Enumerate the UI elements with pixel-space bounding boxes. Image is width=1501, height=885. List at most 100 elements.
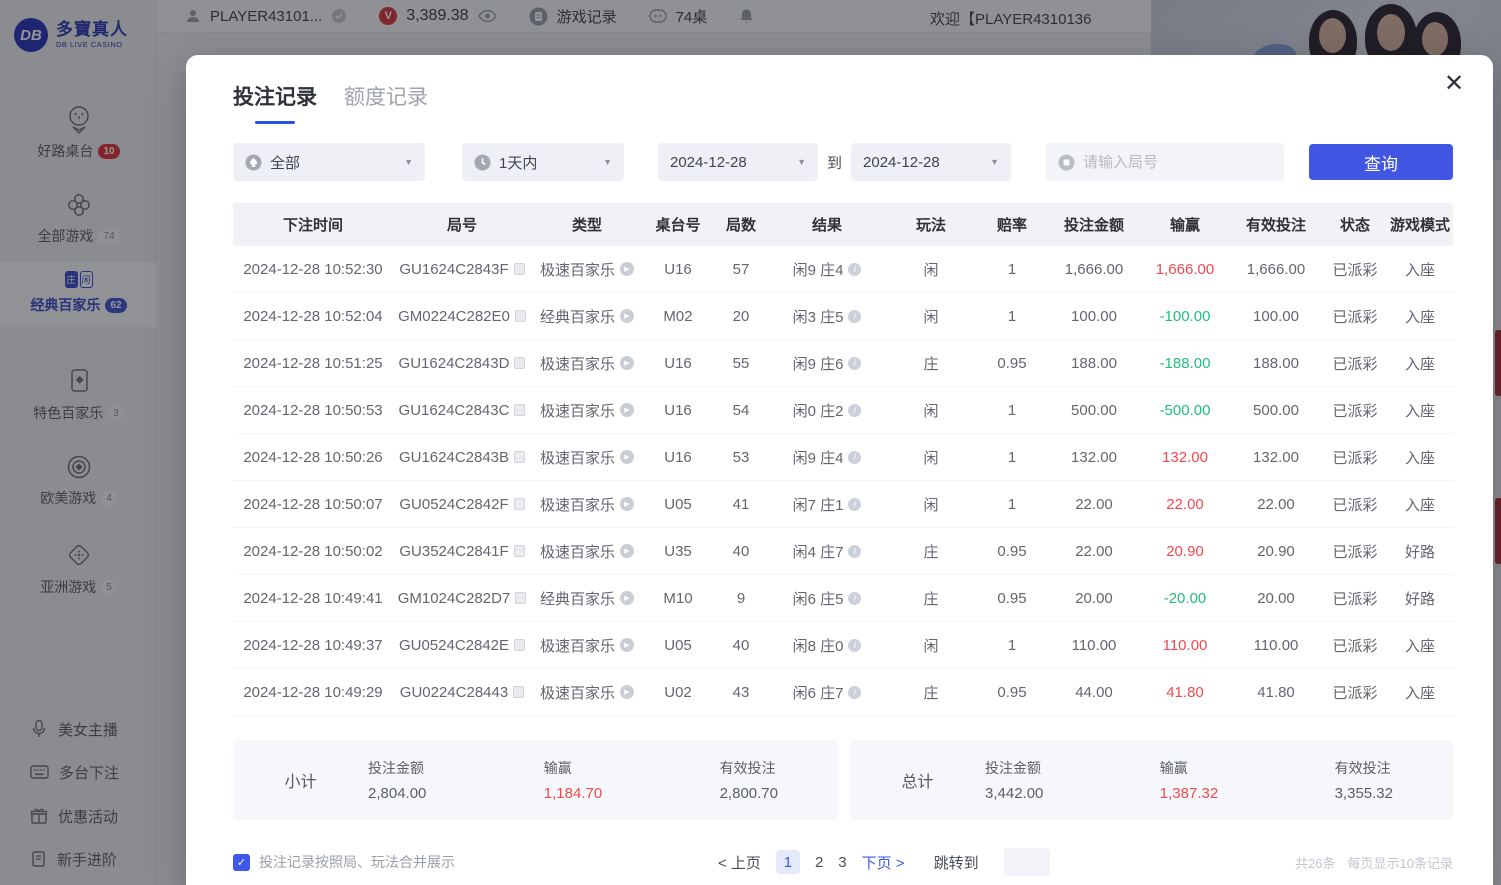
table-row[interactable]: 2024-12-28 10:51:25 GU1624C2843D 极速百家乐▶ …: [233, 340, 1453, 387]
bet-records-modal: ✕ 投注记录 额度记录 全部 ▼ 1天内 ▼ 2024-12-28 ▼ 到 20…: [186, 55, 1493, 885]
date-from-picker[interactable]: 2024-12-28 ▼: [658, 143, 818, 181]
table-row[interactable]: 2024-12-28 10:50:07 GU0524C2842F 极速百家乐▶ …: [233, 481, 1453, 528]
play-icon[interactable]: ▶: [620, 638, 634, 652]
play-icon[interactable]: ▶: [620, 403, 634, 417]
filter-bar: 全部 ▼ 1天内 ▼ 2024-12-28 ▼ 到 2024-12-28 ▼ 查…: [233, 143, 1453, 181]
game-type-select[interactable]: 全部 ▼: [233, 143, 425, 181]
play-icon[interactable]: ▶: [620, 591, 634, 605]
info-icon[interactable]: i: [848, 686, 861, 699]
play-icon[interactable]: ▶: [620, 544, 634, 558]
close-icon[interactable]: ✕: [1441, 71, 1467, 97]
merge-records-label: 投注记录按照局、玩法合并展示: [259, 852, 455, 872]
play-icon[interactable]: ▶: [620, 450, 634, 464]
cell-bet-amount: 1,666.00: [1047, 261, 1141, 278]
table-row[interactable]: 2024-12-28 10:50:53 GU1624C2843C 极速百家乐▶ …: [233, 387, 1453, 434]
cell-result: 闲9 庄6i: [769, 353, 885, 374]
cell-bet-amount: 188.00: [1047, 355, 1141, 372]
cell-winloss: 110.00: [1141, 637, 1229, 654]
copy-icon[interactable]: [514, 263, 525, 275]
info-icon[interactable]: i: [848, 310, 861, 323]
copy-icon[interactable]: [514, 357, 525, 369]
cell-game-type: 极速百家乐▶: [531, 353, 643, 374]
cell-valid-bet: 500.00: [1229, 402, 1323, 419]
info-icon[interactable]: i: [848, 498, 861, 511]
tab-quota-records[interactable]: 额度记录: [344, 81, 428, 124]
copy-icon[interactable]: [513, 686, 524, 698]
play-icon[interactable]: ▶: [620, 309, 634, 323]
info-icon[interactable]: i: [848, 451, 861, 464]
cell-bet-time: 2024-12-28 10:51:25: [233, 355, 393, 372]
time-range-value: 1天内: [499, 152, 537, 173]
next-page-button[interactable]: 下页 >: [862, 852, 905, 873]
copy-icon[interactable]: [514, 404, 525, 416]
table-row[interactable]: 2024-12-28 10:49:37 GU0524C2842E 极速百家乐▶ …: [233, 622, 1453, 669]
info-icon[interactable]: i: [848, 263, 861, 276]
cell-status: 已派彩: [1323, 494, 1387, 515]
cell-play-type: 闲: [885, 306, 977, 327]
copy-icon[interactable]: [515, 310, 526, 322]
cell-status: 已派彩: [1323, 306, 1387, 327]
cell-bet-time: 2024-12-28 10:50:02: [233, 543, 393, 560]
play-icon[interactable]: ▶: [620, 497, 634, 511]
date-from-value: 2024-12-28: [670, 154, 747, 171]
copy-icon[interactable]: [515, 592, 526, 604]
merge-records-checkbox[interactable]: ✓: [233, 854, 250, 871]
info-icon[interactable]: i: [848, 404, 861, 417]
cell-game-type: 极速百家乐▶: [531, 541, 643, 562]
table-row[interactable]: 2024-12-28 10:52:30 GU1624C2843F 极速百家乐▶ …: [233, 246, 1453, 293]
cell-status: 已派彩: [1323, 353, 1387, 374]
round-search-input[interactable]: [1083, 154, 1253, 171]
date-to-picker[interactable]: 2024-12-28 ▼: [851, 143, 1011, 181]
cell-game-type: 极速百家乐▶: [531, 635, 643, 656]
page-button-1[interactable]: 1: [776, 850, 800, 874]
cell-odds: 1: [977, 261, 1047, 278]
info-icon[interactable]: i: [848, 592, 861, 605]
subtotal-valid-bet: 有效投注 2,800.70: [720, 758, 778, 802]
column-header: 状态: [1323, 214, 1387, 235]
records-summary: 共26条 每页显示10条记录: [1295, 853, 1453, 872]
cell-play-type: 闲: [885, 447, 977, 468]
info-icon[interactable]: i: [848, 639, 861, 652]
cell-odds: 1: [977, 308, 1047, 325]
chevron-down-icon: ▼: [603, 157, 612, 167]
cell-result: 闲4 庄7i: [769, 541, 885, 562]
table-row[interactable]: 2024-12-28 10:50:26 GU1624C2843B 极速百家乐▶ …: [233, 434, 1453, 481]
tab-bet-records[interactable]: 投注记录: [233, 81, 317, 124]
copy-icon[interactable]: [514, 639, 525, 651]
cell-odds: 0.95: [977, 543, 1047, 560]
subtotal-bet-amount: 投注金额 2,804.00: [368, 758, 426, 802]
round-search-field[interactable]: [1046, 143, 1284, 181]
play-icon[interactable]: ▶: [620, 356, 634, 370]
bet-records-table: 下注时间局号类型桌台号局数结果玩法赔率投注金额输赢有效投注状态游戏模式 2024…: [233, 203, 1453, 716]
table-header: 下注时间局号类型桌台号局数结果玩法赔率投注金额输赢有效投注状态游戏模式: [233, 203, 1453, 246]
prev-page-button[interactable]: < 上页: [718, 852, 761, 873]
jump-to-input[interactable]: [1004, 848, 1050, 876]
column-header: 桌台号: [643, 214, 713, 235]
copy-icon[interactable]: [514, 545, 525, 557]
info-icon[interactable]: i: [848, 357, 861, 370]
page-button-3[interactable]: 3: [838, 854, 846, 871]
cell-round-id: GU1624C2843C: [393, 402, 531, 419]
copy-icon[interactable]: [514, 451, 525, 463]
play-icon[interactable]: ▶: [620, 685, 634, 699]
play-icon[interactable]: ▶: [620, 262, 634, 276]
cell-table-no: U16: [643, 261, 713, 278]
table-row[interactable]: 2024-12-28 10:49:29 GU0224C28443 极速百家乐▶ …: [233, 669, 1453, 716]
cell-status: 已派彩: [1323, 588, 1387, 609]
cell-table-no: U16: [643, 402, 713, 419]
column-header: 赔率: [977, 214, 1047, 235]
cell-result: 闲6 庄7i: [769, 682, 885, 703]
copy-icon[interactable]: [514, 498, 525, 510]
total-winloss: 输赢 1,387.32: [1160, 758, 1218, 802]
page-button-2[interactable]: 2: [815, 854, 823, 871]
cell-valid-bet: 132.00: [1229, 449, 1323, 466]
table-row[interactable]: 2024-12-28 10:50:02 GU3524C2841F 极速百家乐▶ …: [233, 528, 1453, 575]
table-row[interactable]: 2024-12-28 10:49:41 GM1024C282D7 经典百家乐▶ …: [233, 575, 1453, 622]
search-button[interactable]: 查询: [1309, 144, 1453, 180]
cell-status: 已派彩: [1323, 400, 1387, 421]
cell-valid-bet: 22.00: [1229, 496, 1323, 513]
cell-play-type: 闲: [885, 259, 977, 280]
table-row[interactable]: 2024-12-28 10:52:04 GM0224C282E0 经典百家乐▶ …: [233, 293, 1453, 340]
info-icon[interactable]: i: [848, 545, 861, 558]
time-range-select[interactable]: 1天内 ▼: [462, 143, 624, 181]
